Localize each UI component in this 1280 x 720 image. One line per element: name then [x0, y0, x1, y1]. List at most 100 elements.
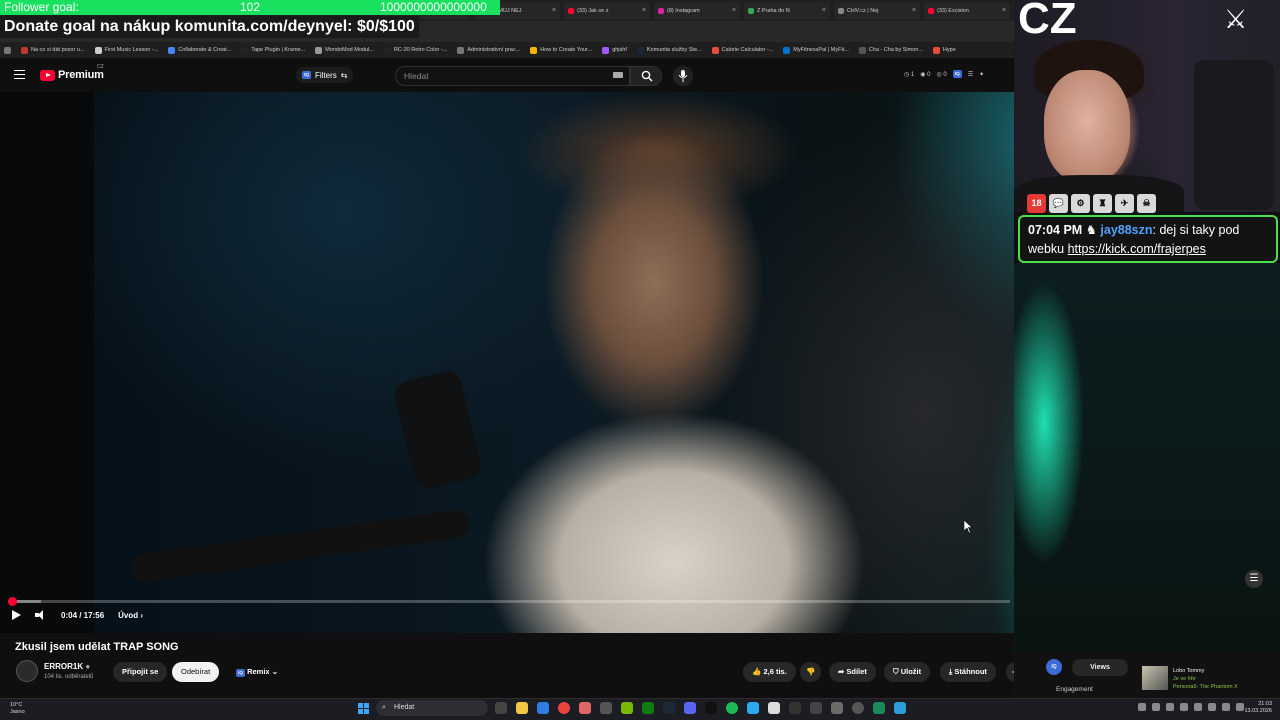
tab-favicon-icon [658, 7, 664, 14]
search-button[interactable] [630, 66, 662, 86]
tab-label: (8) Instagram [667, 7, 700, 14]
progress-bar[interactable] [8, 597, 1010, 606]
menu-icon[interactable] [14, 70, 25, 79]
edge-icon[interactable] [873, 702, 885, 714]
join-button[interactable]: Připojit se [113, 662, 168, 682]
steam-icon[interactable] [663, 702, 675, 714]
iq-icon[interactable]: IQ [952, 70, 962, 78]
bookmark-item[interactable]: Komunita služby Ste... [636, 46, 702, 54]
tiktok-icon[interactable] [705, 702, 717, 714]
weather-widget[interactable]: 10°C Jasno [10, 702, 25, 716]
filters-button[interactable]: IQ Filters ⇆ [296, 67, 354, 83]
tab-close-icon[interactable]: × [642, 7, 646, 14]
search-input[interactable]: Hledat [395, 66, 630, 86]
bookmark-item[interactable]: Calorie Calculator -... [711, 46, 773, 54]
mail-icon[interactable] [537, 702, 549, 714]
app-arrow-icon[interactable] [600, 702, 612, 714]
volume-icon[interactable] [35, 610, 47, 620]
bookmark-item[interactable]: First Music Lesson -... [94, 46, 158, 54]
views-tab[interactable]: Views [1072, 659, 1128, 676]
bookmark-item[interactable]: MyFitnessPal | MyFit... [783, 46, 849, 54]
browser-tab[interactable]: Z Praha do N × [744, 2, 830, 19]
download-button[interactable]: ⤓ Stáhnout [940, 662, 996, 682]
bookmark-label: How to Create Your... [540, 47, 593, 53]
youtube-header: Premium CZ IQ Filters ⇆ Hledat [0, 58, 1014, 92]
list-icon[interactable]: ☰ [968, 71, 973, 78]
task-view-icon[interactable] [495, 702, 507, 714]
bookmark-item[interactable]: How to Create Your... [530, 46, 593, 54]
iq-sidebar-icon[interactable]: IQ [1046, 659, 1062, 675]
engagement-tab[interactable]: Engagement [1056, 686, 1093, 693]
play-icon[interactable] [12, 610, 21, 620]
file-explorer-icon[interactable] [516, 702, 528, 714]
video-player[interactable]: 0:04 / 17:56 Úvod › IQ ⚙ ⤢ [0, 92, 1014, 633]
clock-icon[interactable]: ◷ 1 [904, 71, 914, 78]
tab-close-icon[interactable]: × [552, 7, 556, 14]
taskbar-search[interactable]: ⌕ Hledat [376, 700, 488, 716]
remix-button[interactable]: IQ Remix ⌄ [227, 662, 287, 682]
share-button[interactable]: ➦ Sdílet [829, 662, 876, 682]
filters-label: Filters [315, 70, 337, 80]
youtube-logo[interactable]: Premium CZ [40, 64, 104, 81]
bookmark-item[interactable]: ghjshf [602, 46, 627, 54]
browser-tab[interactable]: (8) Instagram × [654, 2, 740, 19]
media-player-icon[interactable] [852, 702, 864, 714]
tray-icon-3[interactable] [1166, 703, 1174, 711]
progress-scrubber[interactable] [8, 597, 17, 606]
bookmark-item[interactable]: Cha - Cha by Simon... [858, 46, 923, 54]
voice-search-button[interactable] [673, 66, 693, 86]
taskbar-clock[interactable]: 21:03 13.03.2026 [1228, 701, 1272, 715]
chapter-button[interactable]: Úvod › [118, 611, 143, 620]
browser-tab[interactable]: (33) Excision × [924, 2, 1010, 19]
eye-icon[interactable]: ◉ 0 [920, 71, 930, 78]
app-grid-icon[interactable] [810, 702, 822, 714]
tray-icon-6[interactable] [1208, 703, 1216, 711]
tab-close-icon[interactable]: × [732, 7, 736, 14]
app-red-icon[interactable] [579, 702, 591, 714]
chrome-icon[interactable] [558, 702, 570, 714]
app-x-icon[interactable] [768, 702, 780, 714]
bookmark-item[interactable]: Administrativní prac... [457, 46, 520, 54]
xbox-icon[interactable] [642, 702, 654, 714]
bookmark-favicon-icon [636, 46, 644, 54]
chat-link[interactable]: https://kick.com/frajerpes [1068, 242, 1206, 256]
bookmark-item[interactable]: Hype [932, 46, 956, 54]
save-button[interactable]: ⛉ Uložit [884, 662, 931, 682]
time-display: 0:04 / 17:56 [61, 610, 105, 620]
bookmark-item[interactable]: Tape Plugin | Krame... [241, 46, 305, 54]
puzzle-icon[interactable]: ✦ [979, 71, 984, 78]
apps-grid-icon[interactable] [4, 46, 11, 54]
app-gear-icon[interactable] [789, 702, 801, 714]
spotify-icon[interactable] [726, 702, 738, 714]
scroll-list-icon[interactable]: ☰ [1245, 570, 1263, 588]
follower-goal-target: 1000000000000000 [380, 0, 487, 14]
tray-icon-1[interactable] [1138, 703, 1146, 711]
tray-icon-5[interactable] [1194, 703, 1202, 711]
like-button[interactable]: 👍 2,6 tis. [743, 662, 796, 682]
browser-tab[interactable]: (33) Jak se z × [564, 2, 650, 19]
telegram-icon[interactable] [747, 702, 759, 714]
dislike-button[interactable]: 👎 [800, 662, 822, 682]
browser-tab[interactable]: CtrlV.cz | Nej × [834, 2, 920, 19]
bookmark-item[interactable]: RC-20 Retro Color -... [383, 46, 447, 54]
app-dots-icon[interactable] [831, 702, 843, 714]
eye-off-icon[interactable]: ◎ 0 [937, 71, 947, 78]
nvidia-icon[interactable] [621, 702, 633, 714]
channel-avatar[interactable] [16, 660, 38, 682]
tab-close-icon[interactable]: × [1002, 7, 1006, 14]
bookmark-item[interactable]: Collaborate & Creat... [168, 46, 231, 54]
keyboard-icon[interactable] [613, 72, 623, 78]
tray-icon-2[interactable] [1152, 703, 1160, 711]
bookmark-item[interactable]: Na co si dát pozor u... [21, 46, 85, 54]
windows-start-icon[interactable] [358, 703, 369, 714]
app-doc-icon[interactable] [894, 702, 906, 714]
chat-time: 07:04 PM [1028, 223, 1083, 237]
chat-badge-icon: ♜ [1093, 194, 1112, 213]
tray-icon-4[interactable] [1180, 703, 1188, 711]
channel-name[interactable]: ERROR1K ● [44, 662, 90, 671]
discord-icon[interactable] [684, 702, 696, 714]
subscribe-button[interactable]: Odebírat [172, 662, 220, 682]
bookmark-item[interactable]: MondoMod Modul... [315, 46, 374, 54]
tab-close-icon[interactable]: × [822, 7, 826, 14]
tab-close-icon[interactable]: × [912, 7, 916, 14]
